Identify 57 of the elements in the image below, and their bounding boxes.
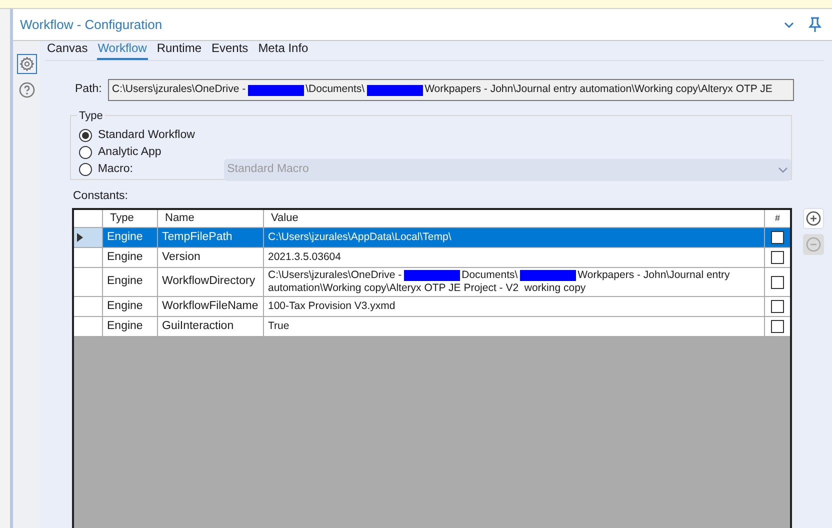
row-pointer-icon (77, 233, 83, 242)
value-text: automation\Working copy\Alteryx OTP JE Project - V2 working copy (268, 282, 586, 294)
tab[interactable]: Meta Info (257, 39, 310, 60)
value-text: C:\Users\jzurales\AppData\Local\Temp\ (268, 231, 452, 243)
checkbox[interactable] (771, 320, 784, 333)
window-title: Workflow - Configuration (20, 16, 164, 34)
redaction-block (248, 84, 304, 96)
value-text: Workpapers - John\Journal entry (578, 269, 730, 281)
column-header: Name (158, 210, 264, 227)
table-cell: WorkflowFileName (158, 297, 264, 316)
column-header: # (774, 212, 781, 225)
tab[interactable]: Events (210, 39, 250, 60)
value-text: True (268, 320, 290, 332)
constants-label: Constants: (73, 188, 129, 204)
path-field[interactable]: C:\Users\jzurales\OneDrive - \Documents\ Workpapers - John\Journal entry automation\Working copy\Alteryx OTP JE (108, 79, 794, 101)
table-cell: Engine (103, 248, 158, 267)
value-text: 2021.3.5.03604 (268, 251, 341, 263)
add-button[interactable] (803, 208, 824, 229)
radio-button[interactable] (79, 163, 92, 176)
pin-icon[interactable] (808, 16, 822, 32)
chevron-down-icon[interactable] (784, 20, 794, 28)
value-text: Documents\ (462, 269, 518, 281)
table-cell: WorkflowDirectory (158, 268, 264, 296)
radio-label: Analytic App (98, 144, 162, 160)
settings-icon[interactable] (16, 54, 36, 74)
path-label: Path: (75, 82, 103, 98)
value-text: C:\Users\jzurales\OneDrive - (112, 82, 246, 98)
checkbox[interactable] (771, 231, 784, 244)
tab[interactable]: Runtime (156, 39, 202, 60)
tab[interactable]: Workflow (96, 39, 148, 60)
radio-label: Standard Workflow (98, 128, 196, 143)
table-cell: TempFilePath (158, 228, 264, 247)
radio-label: Macro: (98, 162, 134, 177)
tab[interactable]: Canvas (46, 39, 89, 60)
column-header: Type (103, 210, 158, 227)
redaction-block (366, 84, 423, 96)
group-label: Type (77, 108, 105, 124)
table-cell: Engine (103, 297, 158, 316)
table-cell: Engine (103, 228, 158, 247)
checkbox[interactable] (771, 276, 784, 288)
value-text: Workpapers - John\Journal entry automation\Working copy\Alteryx OTP JE (424, 82, 772, 98)
help-icon[interactable] (18, 82, 34, 98)
value-text: \Documents\ (306, 82, 365, 98)
checkbox[interactable] (771, 251, 784, 264)
table-cell: Engine (103, 317, 158, 336)
table-cell: Version (158, 248, 264, 267)
redaction-block (404, 270, 460, 281)
column-header: Value (264, 210, 765, 227)
table-cell: Engine (103, 268, 158, 296)
value-text: 100-Tax Provision V3.yxmd (268, 300, 396, 312)
radio-button[interactable] (79, 129, 92, 142)
table-cell: GuiInteraction (158, 317, 264, 336)
chevron-down-icon (778, 166, 788, 172)
redaction-block (520, 270, 576, 281)
value-text: C:\Users\jzurales\OneDrive - (268, 269, 402, 281)
radio-button[interactable] (79, 146, 92, 159)
checkbox[interactable] (771, 300, 784, 313)
